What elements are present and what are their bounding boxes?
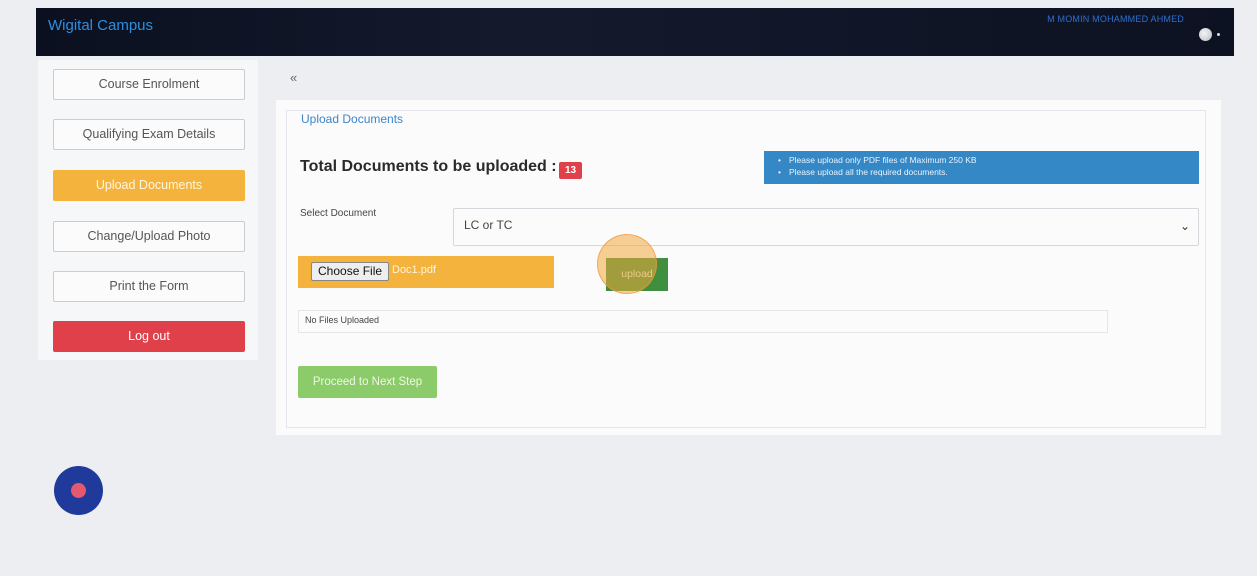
collapse-sidebar-icon[interactable]: « [290, 70, 297, 85]
selected-file-name: Doc1.pdf [392, 264, 437, 276]
menu-dot-icon [1217, 33, 1220, 36]
top-navbar: Wigital Campus M MOMIN MOHAMMED AHMED [36, 8, 1234, 56]
sidebar-item-course-enrolment[interactable]: Course Enrolment [53, 69, 245, 100]
user-name[interactable]: M MOMIN MOHAMMED AHMED [1047, 14, 1184, 24]
sidebar-item-change-photo[interactable]: Change/Upload Photo [53, 221, 245, 252]
sidebar-item-print-form[interactable]: Print the Form [53, 271, 245, 302]
proceed-next-step-button[interactable]: Proceed to Next Step [298, 366, 437, 398]
sidebar-item-upload-documents[interactable]: Upload Documents [53, 170, 245, 201]
sidebar-item-qualifying-exam[interactable]: Qualifying Exam Details [53, 119, 245, 150]
file-input-container: Choose File Doc1.pdf [298, 256, 554, 288]
document-select-value: LC or TC [464, 218, 513, 232]
click-indicator [597, 234, 657, 294]
brand-logo-text[interactable]: Wigital Campus [48, 17, 153, 34]
floating-action-button[interactable] [54, 466, 103, 515]
select-document-label: Select Document [300, 208, 377, 219]
choose-file-button[interactable]: Choose File [311, 262, 390, 281]
section-legend: Upload Documents [301, 112, 410, 126]
files-status-text: No Files Uploaded [305, 315, 380, 325]
info-line-required-docs: Please upload all the required documents… [778, 166, 1199, 178]
uploaded-files-list: No Files Uploaded [298, 310, 1108, 333]
info-line-pdf-limit: Please upload only PDF files of Maximum … [778, 154, 1199, 166]
user-avatar-icon[interactable] [1199, 28, 1212, 41]
document-select[interactable]: LC or TC ⌄ [453, 208, 1199, 246]
chevron-down-icon: ⌄ [1179, 219, 1190, 233]
total-documents-label: Total Documents to be uploaded : [300, 158, 557, 175]
logout-button[interactable]: Log out [53, 321, 245, 352]
upload-info-alert: Please upload only PDF files of Maximum … [764, 151, 1199, 184]
sidebar: Course Enrolment Qualifying Exam Details… [38, 60, 258, 360]
document-count-badge: 13 [559, 162, 583, 179]
record-dot-icon [71, 483, 86, 498]
